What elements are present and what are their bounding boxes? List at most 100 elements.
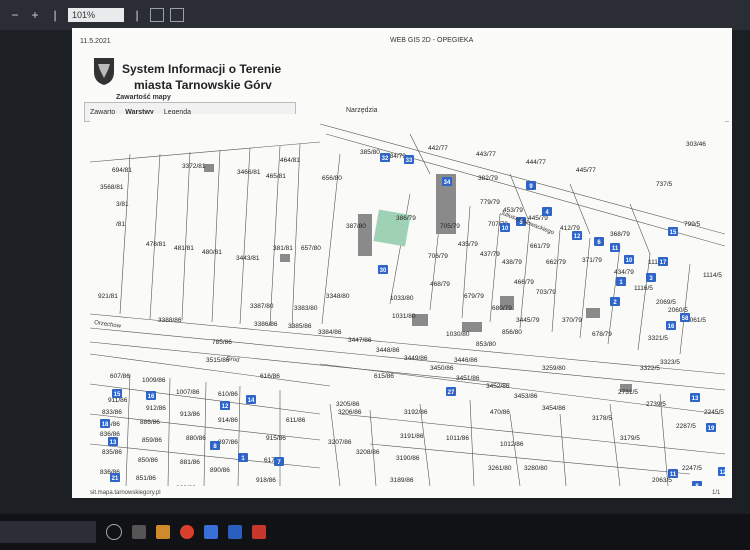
parcel-number[interactable]: 303/46 (686, 141, 706, 148)
parcel-number[interactable]: 443/77 (476, 151, 496, 158)
address-badge[interactable]: 27 (446, 387, 456, 396)
parcel-number[interactable]: 737/5 (656, 181, 673, 188)
parcel-number[interactable]: /81 (116, 221, 125, 228)
parcel-number[interactable]: 3190/86 (396, 455, 420, 462)
parcel-number[interactable]: 468/79 (430, 281, 450, 288)
parcel-number[interactable]: 3443/81 (236, 255, 260, 262)
parcel-number[interactable]: 3568/81 (100, 184, 124, 191)
outlook-icon[interactable] (228, 525, 242, 539)
task-view-icon[interactable] (132, 525, 146, 539)
parcel-number[interactable]: 785/86 (212, 339, 232, 346)
parcel-number[interactable]: 703/79 (536, 289, 556, 296)
parcel-number[interactable]: 442/77 (428, 145, 448, 152)
parcel-number[interactable]: 1007/86 (176, 389, 200, 396)
parcel-number[interactable]: 3387/80 (250, 303, 274, 310)
parcel-number[interactable]: 678/79 (592, 331, 612, 338)
parcel-number[interactable]: 680/79 (492, 305, 512, 312)
parcel-number[interactable]: 881/86 (180, 459, 200, 466)
parcel-number[interactable]: 1033/80 (390, 295, 414, 302)
address-badge[interactable]: 1 (238, 453, 248, 462)
parcel-number[interactable]: 386/79 (396, 215, 416, 222)
parcel-number[interactable]: 662/79 (546, 259, 566, 266)
parcel-number[interactable]: 705/79 (440, 223, 460, 230)
address-badge[interactable]: 9 (526, 181, 536, 190)
parcel-number[interactable]: 2731/5 (618, 389, 638, 396)
parcel-number[interactable]: 913/86 (180, 411, 200, 418)
parcel-number[interactable]: 3385/86 (288, 323, 312, 330)
parcel-number[interactable]: 445/77 (576, 167, 596, 174)
parcel-number[interactable]: 856/80 (502, 329, 522, 336)
parcel-number[interactable]: 3449/86 (404, 355, 428, 362)
parcel-number[interactable]: 914/86 (218, 417, 238, 424)
parcel-number[interactable]: 3386/86 (254, 321, 278, 328)
parcel-number[interactable]: 480/81 (202, 249, 222, 256)
parcel-number[interactable]: 437/79 (480, 251, 500, 258)
parcel-number[interactable]: 862/86 (176, 485, 196, 486)
parcel-number[interactable]: 3445/79 (516, 317, 540, 324)
parcel-number[interactable]: 851/86 (136, 475, 156, 482)
parcel-number[interactable]: 912/86 (146, 405, 166, 412)
parcel-number[interactable]: 3261/80 (488, 465, 512, 472)
parcel-number[interactable]: 897/86 (218, 439, 238, 446)
parcel-number[interactable]: 3192/86 (404, 409, 428, 416)
parcel-number[interactable]: 3447/86 (348, 337, 372, 344)
parcel-number[interactable]: 371/79 (582, 257, 602, 264)
parcel-number[interactable]: 853/80 (476, 341, 496, 348)
zoom-out-icon[interactable]: − (8, 8, 22, 22)
acrobat-icon[interactable] (252, 525, 266, 539)
address-badge[interactable]: 11 (668, 469, 678, 478)
parcel-number[interactable]: 911/86 (108, 397, 128, 404)
address-badge[interactable]: 12 (572, 231, 582, 240)
parcel-number[interactable]: 1009/86 (142, 377, 166, 384)
parcel-number[interactable]: 921/81 (98, 293, 118, 300)
word-icon[interactable] (204, 525, 218, 539)
address-badge[interactable]: 15 (668, 227, 678, 236)
parcel-number[interactable]: 434/79 (614, 269, 634, 276)
address-badge[interactable]: 4 (542, 207, 552, 216)
parcel-number[interactable]: 611/86 (286, 417, 306, 424)
parcel-number[interactable]: 3372/81 (182, 163, 206, 170)
parcel-number[interactable]: 3/81 (116, 201, 129, 208)
parcel-number[interactable]: 886/86 (140, 419, 160, 426)
parcel-number[interactable]: 438/79 (502, 259, 522, 266)
address-badge[interactable]: 34 (442, 177, 452, 186)
parcel-number[interactable]: 470/86 (490, 409, 510, 416)
parcel-number[interactable]: 779/79 (480, 199, 500, 206)
parcel-number[interactable]: 615/86 (374, 373, 394, 380)
parcel-number[interactable]: 890/86 (210, 467, 230, 474)
parcel-number[interactable]: 3383/80 (294, 305, 318, 312)
parcel-number[interactable]: 3205/86 (336, 401, 360, 408)
parcel-number[interactable]: 850/86 (138, 457, 158, 464)
parcel-number[interactable]: 880/86 (186, 435, 206, 442)
parcel-number[interactable]: 2245/5 (704, 409, 724, 416)
parcel-number[interactable]: 3206/86 (338, 409, 362, 416)
parcel-number[interactable]: 2060/5 (668, 307, 688, 314)
parcel-number[interactable]: 381/81 (273, 245, 293, 252)
parcel-number[interactable]: 3348/80 (326, 293, 350, 300)
parcel-number[interactable]: 1030/80 (446, 331, 470, 338)
address-badge[interactable]: 33 (404, 155, 414, 164)
address-badge[interactable]: 7 (274, 457, 284, 466)
address-badge[interactable]: 32 (380, 153, 390, 162)
address-badge[interactable]: 8 (210, 441, 220, 450)
parcel-number[interactable]: 3207/86 (328, 439, 352, 446)
parcel-number[interactable]: 2069/5 (656, 299, 676, 306)
parcel-number[interactable]: 465/81 (266, 173, 286, 180)
cortana-icon[interactable] (106, 524, 122, 540)
parcel-number[interactable]: 3323/5 (660, 359, 680, 366)
parcel-number[interactable]: 679/79 (464, 293, 484, 300)
parcel-number[interactable]: 2247/5 (682, 465, 702, 472)
parcel-number[interactable]: 3191/86 (400, 433, 424, 440)
parcel-number[interactable]: 3451/86 (456, 375, 480, 382)
address-badge[interactable]: 2 (610, 297, 620, 306)
parcel-number[interactable]: 2063/5 (652, 477, 672, 484)
parcel-number[interactable]: 3446/86 (454, 357, 478, 364)
address-badge[interactable]: 12 (220, 401, 230, 410)
address-badge[interactable]: 14 (246, 395, 256, 404)
taskbar-search-input[interactable] (0, 521, 96, 543)
address-badge[interactable]: 11 (610, 243, 620, 252)
parcel-number[interactable]: 2287/5 (676, 423, 696, 430)
parcel-number[interactable]: 607/86 (110, 373, 130, 380)
parcel-number[interactable]: 466/79 (514, 279, 534, 286)
parcel-number[interactable]: 3321/5 (648, 335, 668, 342)
